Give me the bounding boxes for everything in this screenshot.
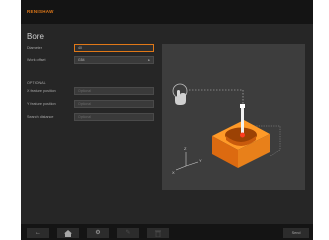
diameter-label: Diameter — [27, 46, 42, 50]
bore-preview-panel: Z Y X — [162, 44, 305, 190]
y-feature-row: Y feature position Optional — [27, 100, 167, 109]
delete-button[interactable] — [147, 228, 169, 238]
home-button[interactable] — [57, 228, 79, 238]
arrow-left-icon: ← — [35, 230, 41, 236]
y-feature-position-input[interactable]: Optional — [74, 100, 154, 108]
diameter-input[interactable]: 40 — [74, 44, 154, 52]
x-feature-row: X feature position Optional — [27, 87, 167, 96]
axis-x-label: X — [172, 170, 175, 175]
settings-button[interactable]: ⚙ — [87, 228, 109, 238]
bore-illustration: Z Y X — [172, 83, 281, 175]
y-feature-position-label: Y feature position — [27, 102, 56, 106]
x-feature-position-input[interactable]: Optional — [74, 87, 154, 95]
axis-indicator — [175, 152, 199, 171]
top-bar: RENISHAW — [21, 0, 313, 24]
work-offset-label: Work offset — [27, 58, 46, 62]
pencil-icon: ✎ — [125, 230, 131, 236]
work-offset-select[interactable]: G54 ▸ — [74, 56, 154, 64]
diameter-row: Diameter 40 — [27, 44, 167, 53]
axis-y-label: Y — [199, 158, 202, 163]
app-window: RENISHAW Bore Diameter 40 Work offset G5… — [21, 0, 313, 240]
x-feature-position-label: X feature position — [27, 89, 56, 93]
page-title: Bore — [27, 32, 44, 41]
trash-icon — [155, 230, 161, 237]
search-distance-input[interactable]: Optional — [74, 113, 154, 121]
back-button[interactable]: ← — [27, 228, 49, 238]
bottom-toolbar: ← ⚙ ✎ Send — [21, 224, 313, 240]
touch-gesture-icon — [172, 83, 188, 105]
edit-button[interactable]: ✎ — [117, 228, 139, 238]
brand-logo: RENISHAW — [27, 9, 54, 14]
send-button[interactable]: Send — [283, 228, 309, 238]
home-icon — [64, 229, 72, 237]
work-offset-value: G54 — [78, 58, 85, 62]
optional-section-title: OPTIONAL — [27, 81, 46, 85]
work-offset-row: Work offset G54 ▸ — [27, 56, 167, 65]
guide-line — [189, 89, 244, 106]
axis-z-label: Z — [184, 146, 187, 151]
caret-right-icon: ▸ — [148, 58, 150, 62]
search-distance-row: Search distance Optional — [27, 113, 167, 122]
gear-icon: ⚙ — [95, 230, 101, 236]
search-distance-label: Search distance — [27, 115, 54, 119]
